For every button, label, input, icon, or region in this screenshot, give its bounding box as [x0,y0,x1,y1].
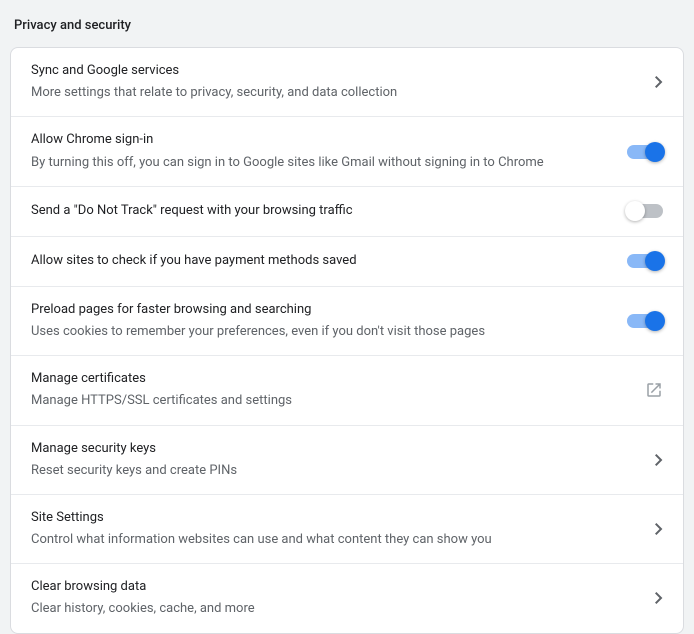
row-subtitle: Clear history, cookies, cache, and more [31,600,639,618]
section-title: Privacy and security [10,10,684,47]
row-title: Site Settings [31,509,639,527]
external-link-icon [645,381,663,399]
row-text: Allow sites to check if you have payment… [31,252,611,270]
settings-row-manage-security-keys[interactable]: Manage security keys Reset security keys … [11,426,683,495]
settings-row-manage-certificates[interactable]: Manage certificates Manage HTTPS/SSL cert… [11,356,683,425]
row-text: Preload pages for faster browsing and se… [31,301,611,341]
row-subtitle: More settings that relate to privacy, se… [31,84,639,102]
row-title: Send a "Do Not Track" request with your … [31,202,611,220]
row-title: Preload pages for faster browsing and se… [31,301,611,319]
chevron-right-icon [655,454,663,466]
chevron-right-icon [655,523,663,535]
row-subtitle: Manage HTTPS/SSL certificates and settin… [31,392,629,410]
toggle-do-not-track[interactable] [627,204,663,218]
row-subtitle: Uses cookies to remember your preference… [31,323,611,341]
row-action [627,145,663,159]
row-text: Send a "Do Not Track" request with your … [31,202,611,220]
chevron-right-icon [655,76,663,88]
row-action [627,254,663,268]
row-title: Manage certificates [31,370,629,388]
row-title: Clear browsing data [31,578,639,596]
toggle-payment-methods[interactable] [627,254,663,268]
row-title: Sync and Google services [31,62,639,80]
row-title: Allow sites to check if you have payment… [31,252,611,270]
settings-row-payment-methods: Allow sites to check if you have payment… [11,237,683,287]
settings-row-allow-sign-in: Allow Chrome sign-in By turning this off,… [11,117,683,186]
row-title: Allow Chrome sign-in [31,131,611,149]
toggle-allow-sign-in[interactable] [627,145,663,159]
row-subtitle: Control what information websites can us… [31,531,639,549]
chevron-right-icon [655,592,663,604]
toggle-preload-pages[interactable] [627,314,663,328]
settings-row-site-settings[interactable]: Site Settings Control what information we… [11,495,683,564]
row-subtitle: By turning this off, you can sign in to … [31,154,611,172]
row-title: Manage security keys [31,440,639,458]
settings-row-preload-pages: Preload pages for faster browsing and se… [11,287,683,356]
row-text: Clear browsing data Clear history, cookie… [31,578,639,618]
settings-row-do-not-track: Send a "Do Not Track" request with your … [11,187,683,237]
row-action [627,314,663,328]
settings-row-clear-browsing-data[interactable]: Clear browsing data Clear history, cookie… [11,564,683,632]
row-text: Sync and Google services More settings th… [31,62,639,102]
row-subtitle: Reset security keys and create PINs [31,462,639,480]
row-text: Manage certificates Manage HTTPS/SSL cert… [31,370,629,410]
row-text: Manage security keys Reset security keys … [31,440,639,480]
row-text: Allow Chrome sign-in By turning this off,… [31,131,611,171]
settings-row-sync-services[interactable]: Sync and Google services More settings th… [11,48,683,117]
row-text: Site Settings Control what information we… [31,509,639,549]
settings-card: Sync and Google services More settings th… [10,47,684,634]
row-action [627,204,663,218]
